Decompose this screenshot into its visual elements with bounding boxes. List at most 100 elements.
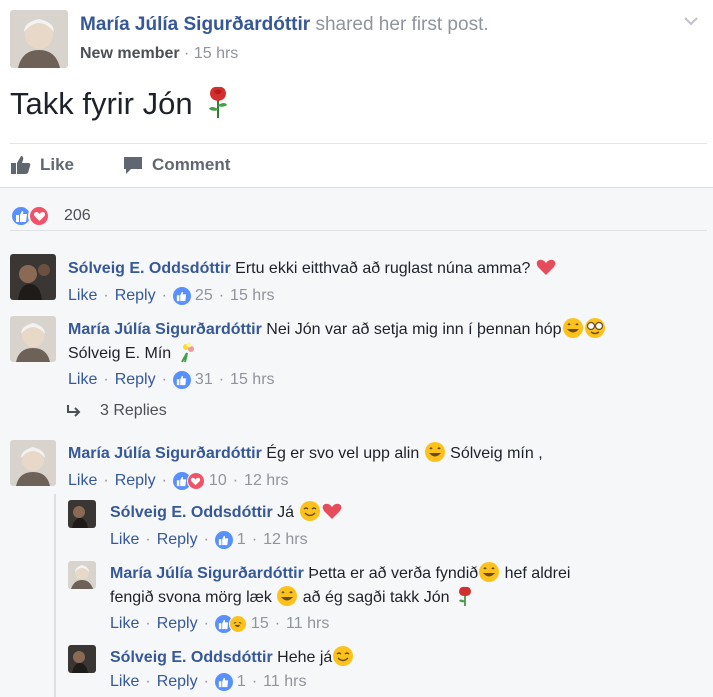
haha-reaction-icon (228, 615, 247, 633)
dot-separator: · (145, 531, 151, 548)
reply-like-count[interactable]: 15 (251, 613, 269, 635)
reply-avatar[interactable] (68, 500, 96, 528)
commenter-avatar[interactable] (10, 316, 56, 362)
comment-text: Ertu ekki eitthvað að ruglast núna amma? (235, 260, 531, 277)
comment-author-link[interactable]: María Júlía Sigurðardóttir (68, 321, 262, 338)
reply-meta: Like · Reply · 1 · 11 hrs (110, 671, 354, 693)
author-avatar[interactable] (10, 10, 68, 68)
reply-like-link[interactable]: Like (110, 671, 139, 693)
like-button[interactable]: Like (10, 155, 74, 175)
dot-separator: · (251, 531, 258, 548)
post-body: Takk fyrir Jón (10, 84, 233, 124)
comment-author-link[interactable]: Sólveig E. Oddsdóttir (68, 260, 231, 277)
comment-timestamp[interactable]: 15 hrs (230, 369, 274, 391)
reply-avatar[interactable] (68, 561, 96, 589)
dot-separator: · (203, 531, 209, 548)
post-header: María Júlía Sigurðardóttir shared her fi… (80, 12, 489, 38)
reaction-count: 206 (64, 207, 91, 224)
post-timestamp[interactable]: 15 hrs (194, 45, 238, 62)
reply-body-line2: fengið svona mörg læk að ég sagði takk J… (110, 585, 570, 609)
comment-like-link[interactable]: Like (68, 470, 97, 492)
reply-reply-link[interactable]: Reply (157, 671, 198, 693)
divider (10, 230, 707, 231)
reply: María Júlía Sigurðardóttir Þetta er að v… (110, 561, 570, 635)
comment-like-link[interactable]: Like (68, 285, 97, 307)
like-label: Like (40, 155, 75, 174)
reply-like-link[interactable]: Like (110, 529, 139, 551)
reply-reply-link[interactable]: Reply (157, 613, 198, 635)
like-reaction-icon (172, 287, 191, 305)
dot-separator: · (203, 673, 209, 690)
divider (10, 143, 707, 144)
dot-separator: · (103, 287, 109, 304)
comment-reply-link[interactable]: Reply (115, 285, 156, 307)
reaction-summary[interactable]: 206 (10, 205, 91, 227)
comment-like-count[interactable]: 31 (195, 369, 213, 391)
reply-body: Sólveig E. Oddsdóttir Já (110, 500, 343, 524)
comment: María Júlía Sigurðardóttir Ég er svo vel… (68, 441, 543, 492)
comment-reply-link[interactable]: Reply (115, 470, 156, 492)
dot-separator: · (251, 673, 258, 690)
comment: Sólveig E. Oddsdóttir Ertu ekki eitthvað… (68, 256, 557, 307)
reply: Sólveig E. Oddsdóttir Hehe já Like · Repl… (110, 645, 354, 693)
view-replies-link[interactable]: 3 Replies (66, 402, 167, 420)
reply-timestamp[interactable]: 11 hrs (286, 613, 329, 635)
red-heart-icon (322, 503, 341, 519)
reply-body: Sólveig E. Oddsdóttir Hehe já (110, 645, 354, 669)
reply-author-link[interactable]: Sólveig E. Oddsdóttir (110, 504, 273, 521)
post-action-text: shared her first post. (315, 14, 489, 35)
comment-reply-link[interactable]: Reply (115, 369, 156, 391)
post-card: María Júlía Sigurðardóttir shared her fi… (0, 0, 713, 187)
comment-author-link[interactable]: María Júlía Sigurðardóttir (68, 445, 262, 462)
commenter-avatar[interactable] (10, 254, 56, 300)
grinning-face-icon (424, 442, 445, 462)
dot-separator: · (145, 615, 151, 632)
replies-count-label: 3 Replies (100, 402, 167, 419)
grinning-face-icon (479, 562, 500, 582)
comment-timestamp[interactable]: 12 hrs (244, 470, 288, 492)
comment-like-link[interactable]: Like (68, 369, 97, 391)
comment-meta: Like · Reply · 10 · 12 hrs (68, 470, 543, 492)
dot-separator: · (161, 371, 167, 388)
reply-timestamp[interactable]: 11 hrs (263, 671, 306, 693)
comment-text: Ég er svo vel upp alin (266, 445, 420, 462)
post-author-link[interactable]: María Júlía Sigurðardóttir (80, 14, 310, 35)
member-role: New member (80, 45, 180, 62)
reply-avatar[interactable] (68, 645, 96, 673)
comment-like-count[interactable]: 10 (209, 470, 227, 492)
commenter-avatar[interactable] (10, 440, 56, 486)
reply-text: Já (277, 504, 295, 521)
reply-text: Þetta er að verða fyndið (308, 565, 479, 582)
comment-icon (124, 157, 143, 174)
reply-timestamp[interactable]: 12 hrs (263, 529, 307, 551)
rose-icon (208, 86, 227, 118)
reply-text: fengið svona mörg læk (110, 589, 272, 606)
comment-body: María Júlía Sigurðardóttir Ég er svo vel… (68, 441, 543, 465)
reply-author-link[interactable]: Sólveig E. Oddsdóttir (110, 649, 273, 666)
smiling-face-icon (333, 646, 354, 666)
dot-separator: · (218, 287, 225, 304)
comment-timestamp[interactable]: 15 hrs (230, 285, 274, 307)
reply-text: Hehe já (277, 649, 333, 666)
reply-author-link[interactable]: María Júlía Sigurðardóttir (110, 565, 304, 582)
comment-body-line2: Sólveig E. Mín (68, 341, 606, 365)
love-reaction-icon (186, 472, 205, 490)
like-reaction-icon (214, 531, 233, 549)
like-reaction-icon (214, 673, 233, 691)
reply-text-after: að ég sagði takk Jón (302, 589, 450, 606)
reply-meta: Like · Reply · 15 · 11 hrs (110, 613, 570, 635)
love-reaction-icon (28, 205, 50, 227)
red-heart-icon (536, 259, 556, 275)
dot-separator: · (218, 371, 225, 388)
reply-like-link[interactable]: Like (110, 613, 139, 635)
reply-meta: Like · Reply · 1 · 12 hrs (110, 529, 343, 551)
chevron-down-icon[interactable] (682, 12, 700, 30)
reply-like-count[interactable]: 1 (237, 671, 246, 693)
comment-text: Sólveig E. Mín (68, 345, 172, 362)
rose-icon (458, 586, 471, 606)
comment-button[interactable]: Comment (122, 155, 230, 175)
dot-separator: · (274, 615, 281, 632)
reply-reply-link[interactable]: Reply (157, 529, 198, 551)
reply-like-count[interactable]: 1 (237, 529, 246, 551)
comment-like-count[interactable]: 25 (195, 285, 213, 307)
